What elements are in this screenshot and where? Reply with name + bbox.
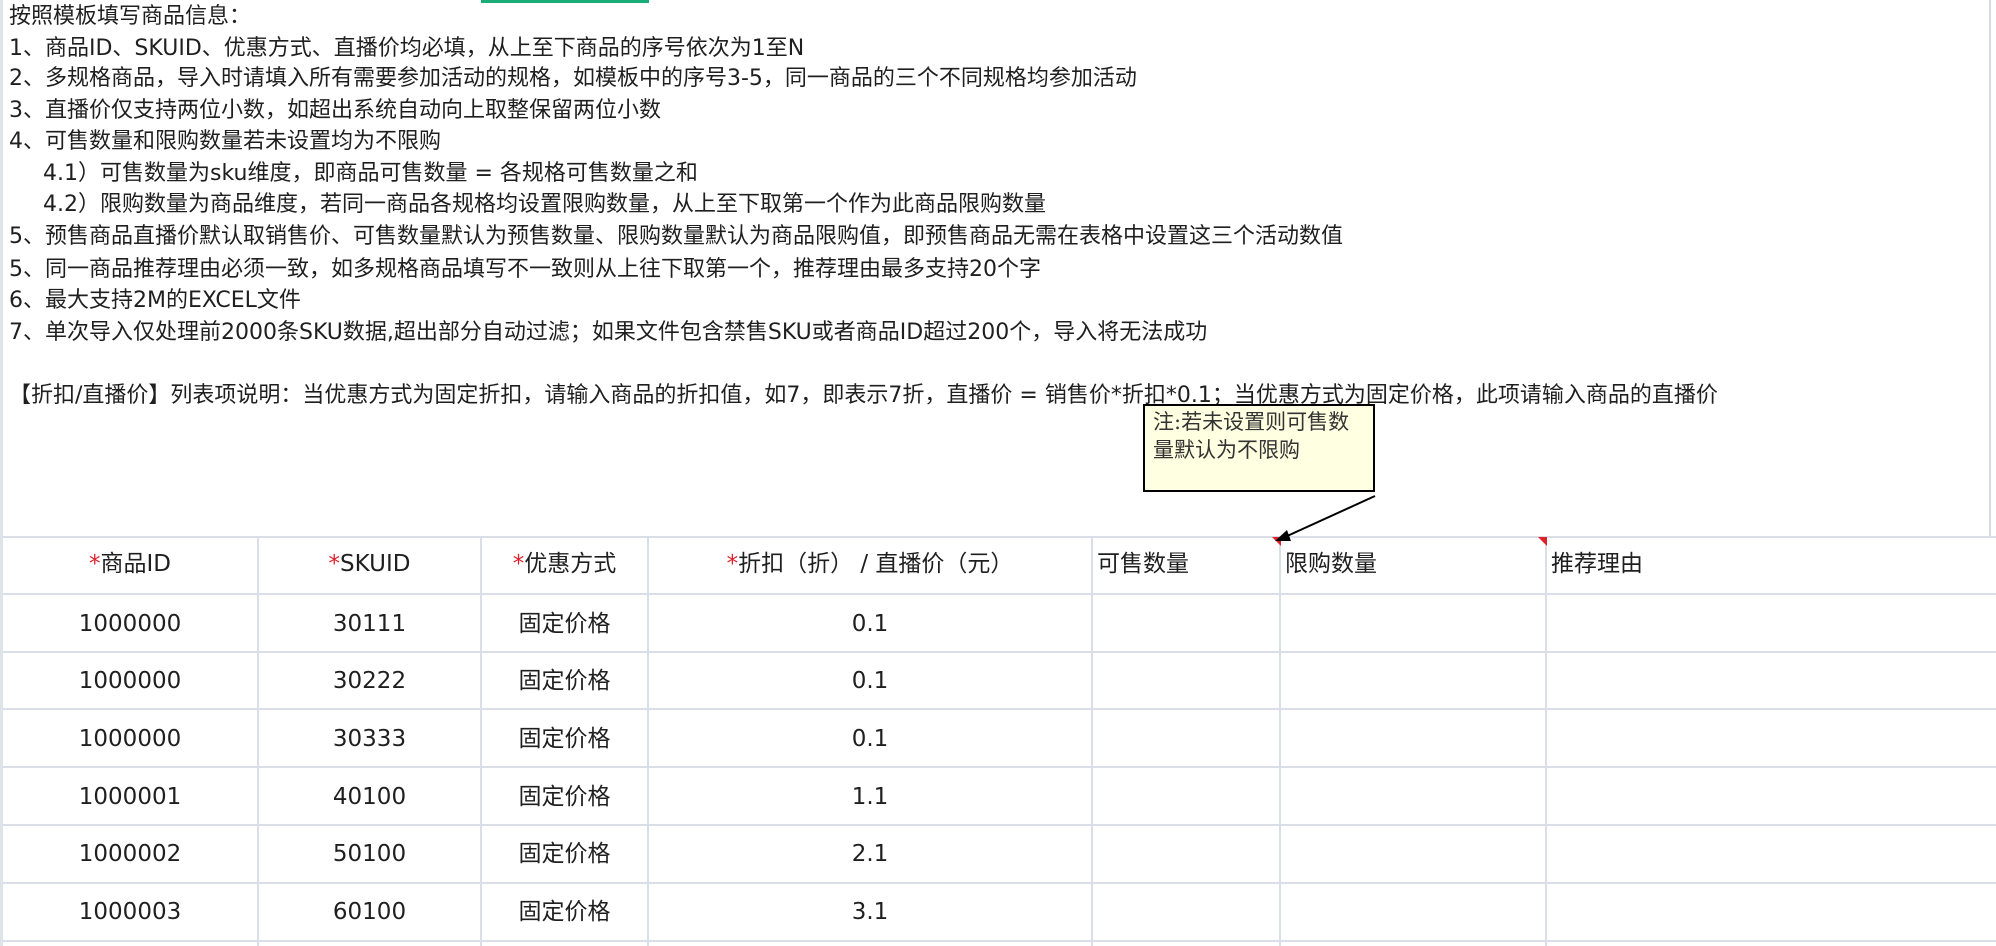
grid-vline xyxy=(1545,536,1547,946)
grid-hline xyxy=(3,536,1996,538)
required-mark: * xyxy=(512,551,525,577)
instruction-line-4-2: 4.2）限购数量为商品维度，若同一商品各规格均设置限购数量，从上至下取第一个作为… xyxy=(43,192,1046,217)
cell-product-id[interactable]: 1000000 xyxy=(3,609,257,639)
comment-indicator[interactable] xyxy=(1538,537,1547,546)
cell-product-id[interactable]: 1000000 xyxy=(3,666,257,696)
header-purchase-limit[interactable]: 限购数量 xyxy=(1285,549,1377,579)
header-product-id[interactable]: *商品ID xyxy=(3,549,257,579)
cell-discount-value[interactable]: 0.1 xyxy=(649,666,1091,696)
cell-discount-value[interactable]: 0.1 xyxy=(649,724,1091,754)
instruction-line-4: 4、可售数量和限购数量若未设置均为不限购 xyxy=(9,129,441,154)
cell-discount-type[interactable]: 固定价格 xyxy=(482,839,647,869)
cell-discount-type[interactable]: 固定价格 xyxy=(482,724,647,754)
cell-discount-value[interactable]: 1.1 xyxy=(649,782,1091,812)
header-label: 可售数量 xyxy=(1097,551,1189,577)
header-label: 推荐理由 xyxy=(1551,551,1643,577)
spreadsheet: 按照模板填写商品信息： 1、商品ID、SKUID、优惠方式、直播价均必填，从上至… xyxy=(0,0,1996,946)
grid-hline xyxy=(3,766,1996,768)
cell-discount-type[interactable]: 固定价格 xyxy=(482,782,647,812)
cell-discount-type[interactable]: 固定价格 xyxy=(482,609,647,639)
header-discount-type[interactable]: *优惠方式 xyxy=(482,549,647,579)
cell-product-id[interactable]: 1000003 xyxy=(3,897,257,927)
discount-column-note: 【折扣/直播价】列表项说明：当优惠方式为固定折扣，请输入商品的折扣值，如7，即表… xyxy=(9,383,1718,408)
instruction-title: 按照模板填写商品信息： xyxy=(9,4,252,29)
instruction-line-5b: 5、同一商品推荐理由必须一致，如多规格商品填写不一致则从上往下取第一个，推荐理由… xyxy=(9,257,1041,282)
cell-product-id[interactable]: 1000002 xyxy=(3,839,257,869)
header-recommend-reason[interactable]: 推荐理由 xyxy=(1551,549,1643,579)
grid-vline xyxy=(1279,536,1281,946)
header-available-quantity[interactable]: 可售数量 xyxy=(1097,549,1189,579)
required-mark: * xyxy=(89,551,101,577)
grid-hline xyxy=(3,940,1996,942)
cell-skuid[interactable]: 30333 xyxy=(259,724,480,754)
instruction-line-1: 1、商品ID、SKUID、优惠方式、直播价均必填，从上至下商品的序号依次为1至N xyxy=(9,36,805,61)
cell-skuid[interactable]: 40100 xyxy=(259,782,480,812)
cell-discount-value[interactable]: 2.1 xyxy=(649,839,1091,869)
grid-hline xyxy=(3,824,1996,826)
grid-vline xyxy=(1091,536,1093,946)
instruction-line-2: 2、多规格商品，导入时请填入所有需要参加活动的规格，如模板中的序号3-5，同一商… xyxy=(9,66,1137,91)
header-skuid[interactable]: *SKUID xyxy=(259,549,480,579)
header-label: 商品ID xyxy=(100,551,172,577)
instructions-cell[interactable]: 按照模板填写商品信息： 1、商品ID、SKUID、优惠方式、直播价均必填，从上至… xyxy=(9,0,1991,536)
cell-product-id[interactable]: 1000001 xyxy=(3,782,257,812)
cell-discount-value[interactable]: 0.1 xyxy=(649,609,1091,639)
instruction-line-4-1: 4.1）可售数量为sku维度，即商品可售数量 = 各规格可售数量之和 xyxy=(43,161,698,186)
instruction-line-3: 3、直播价仅支持两位小数，如超出系统自动向上取整保留两位小数 xyxy=(9,98,661,123)
header-label: 优惠方式 xyxy=(524,551,617,577)
required-mark: * xyxy=(328,551,341,577)
grid-hline xyxy=(3,882,1996,884)
instruction-line-6: 6、最大支持2M的EXCEL文件 xyxy=(9,288,301,313)
cell-skuid[interactable]: 50100 xyxy=(259,839,480,869)
grid-hline xyxy=(3,651,1996,653)
comment-text: 注:若未设置则可售数量默认为不限购 xyxy=(1153,410,1350,462)
header-discount-live-price[interactable]: *折扣（折） / 直播价（元） xyxy=(649,549,1091,579)
cell-skuid[interactable]: 60100 xyxy=(259,897,480,927)
required-mark: * xyxy=(726,551,739,577)
cell-discount-type[interactable]: 固定价格 xyxy=(482,897,647,927)
cell-comment-popup[interactable]: 注:若未设置则可售数量默认为不限购 xyxy=(1143,404,1375,492)
cell-skuid[interactable]: 30111 xyxy=(259,609,480,639)
cell-discount-type[interactable]: 固定价格 xyxy=(482,666,647,696)
grid-hline xyxy=(3,708,1996,710)
grid-hline xyxy=(3,593,1996,595)
instruction-line-7: 7、单次导入仅处理前2000条SKU数据,超出部分自动过滤；如果文件包含禁售SK… xyxy=(9,320,1208,345)
header-label: 折扣（折） / 直播价（元） xyxy=(738,551,1014,577)
instruction-line-5a: 5、预售商品直播价默认取销售价、可售数量默认为预售数量、限购数量默认为商品限购值… xyxy=(9,224,1344,249)
data-table: *商品ID *SKUID *优惠方式 *折扣（折） / 直播价（元） 可售数量 … xyxy=(3,536,1996,946)
comment-indicator[interactable] xyxy=(1272,537,1281,546)
header-label: SKUID xyxy=(340,551,411,577)
cell-skuid[interactable]: 30222 xyxy=(259,666,480,696)
cell-discount-value[interactable]: 3.1 xyxy=(649,897,1091,927)
header-label: 限购数量 xyxy=(1285,551,1377,577)
cell-product-id[interactable]: 1000000 xyxy=(3,724,257,754)
